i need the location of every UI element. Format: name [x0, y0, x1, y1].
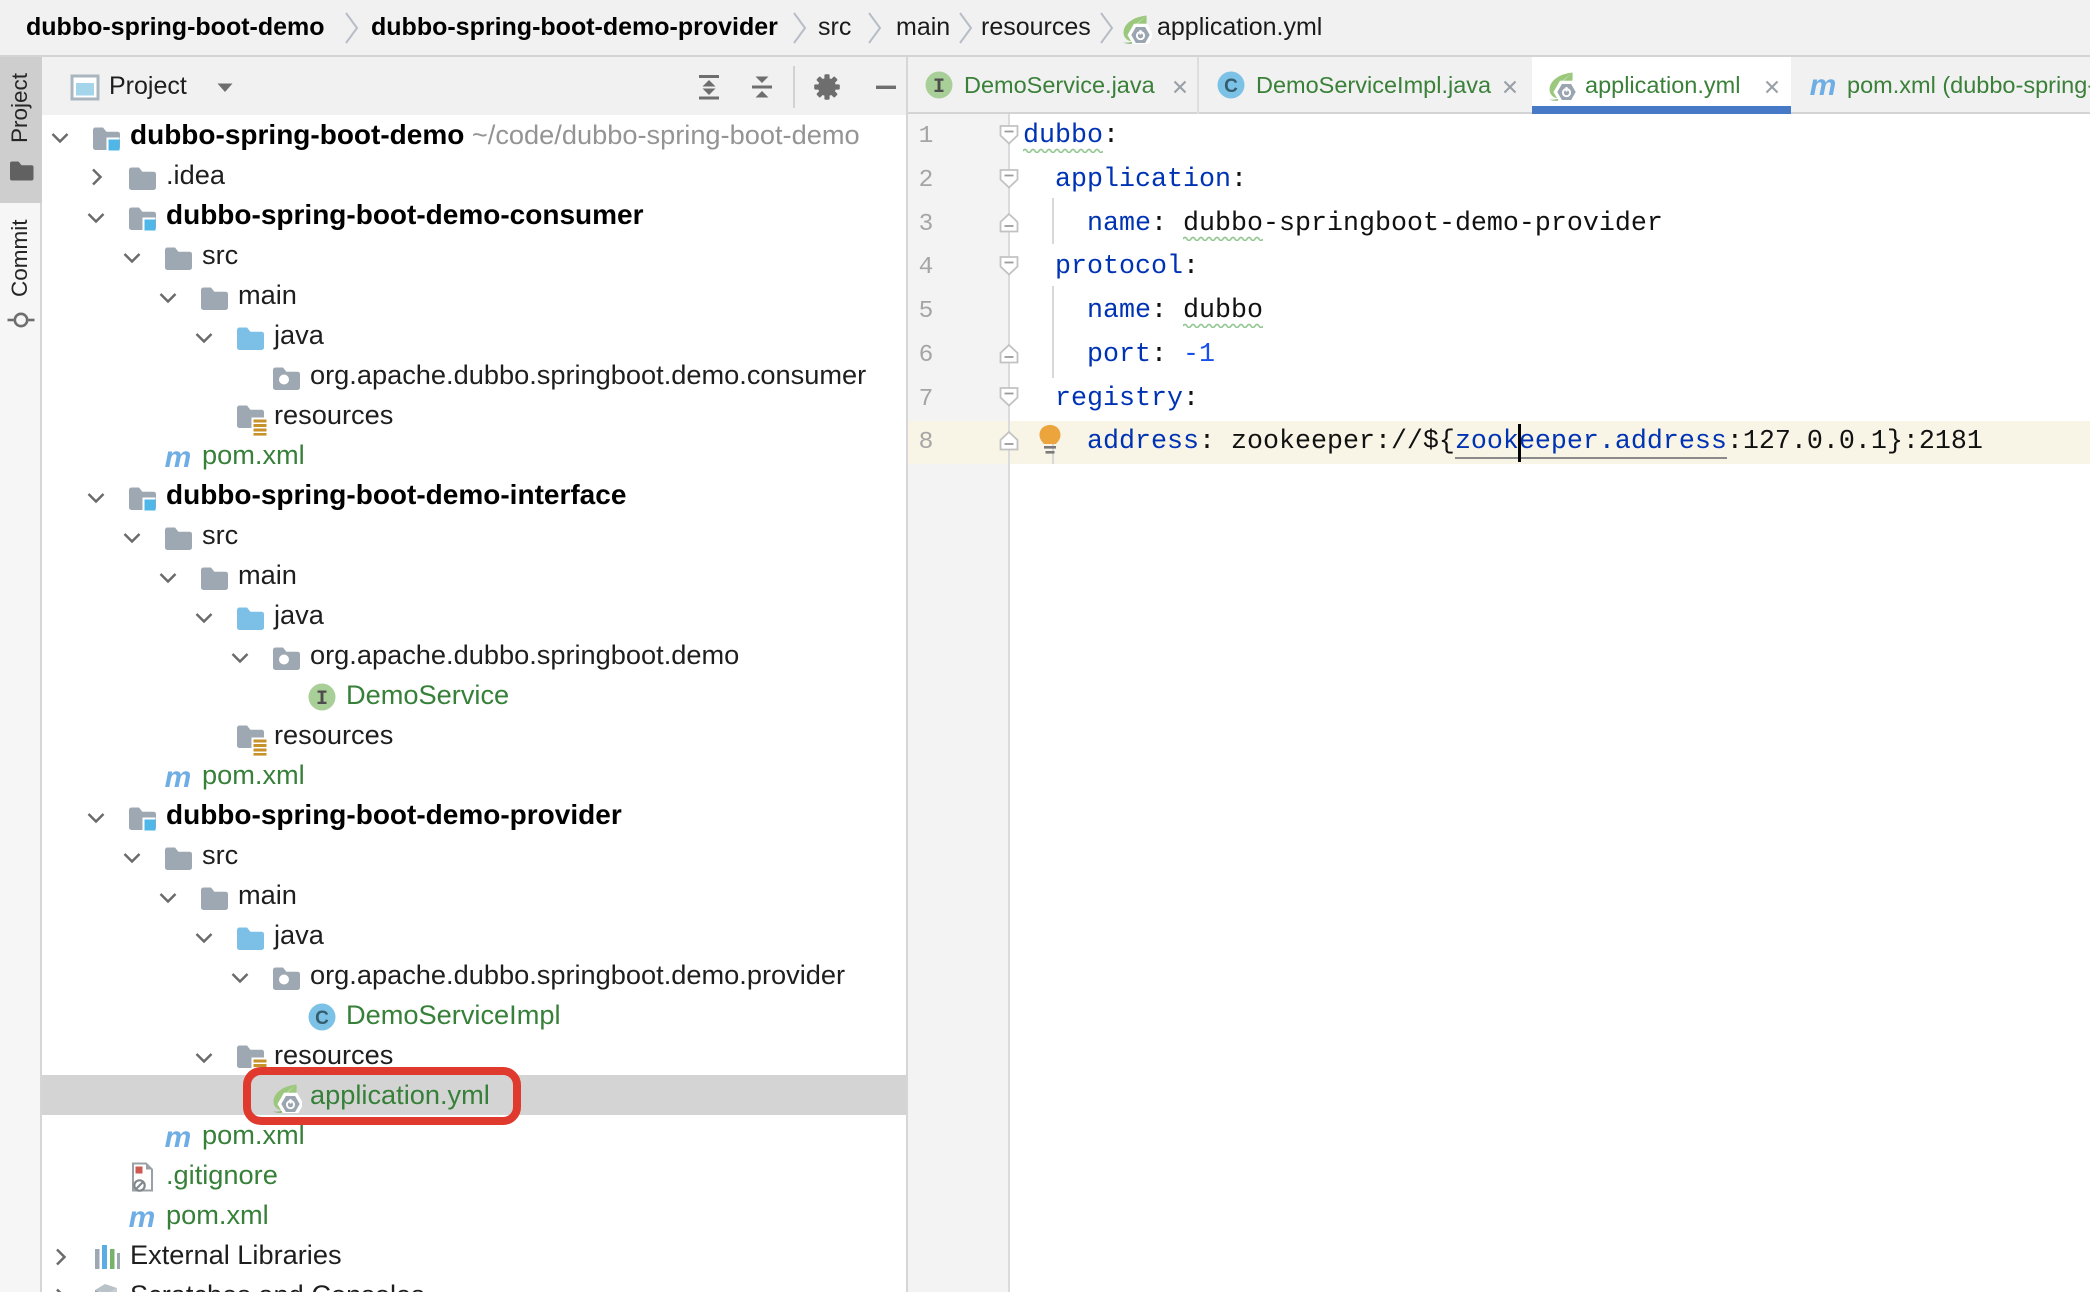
- svg-text:m: m: [165, 1121, 192, 1153]
- svg-text:m: m: [165, 761, 192, 793]
- svg-text:C: C: [1224, 76, 1238, 97]
- svg-text:I: I: [933, 76, 945, 99]
- svg-text:I: I: [316, 688, 328, 711]
- svg-text:m: m: [1810, 69, 1837, 101]
- svg-text:m: m: [129, 1201, 156, 1233]
- svg-text:m: m: [165, 441, 192, 473]
- svg-text:C: C: [315, 1008, 329, 1029]
